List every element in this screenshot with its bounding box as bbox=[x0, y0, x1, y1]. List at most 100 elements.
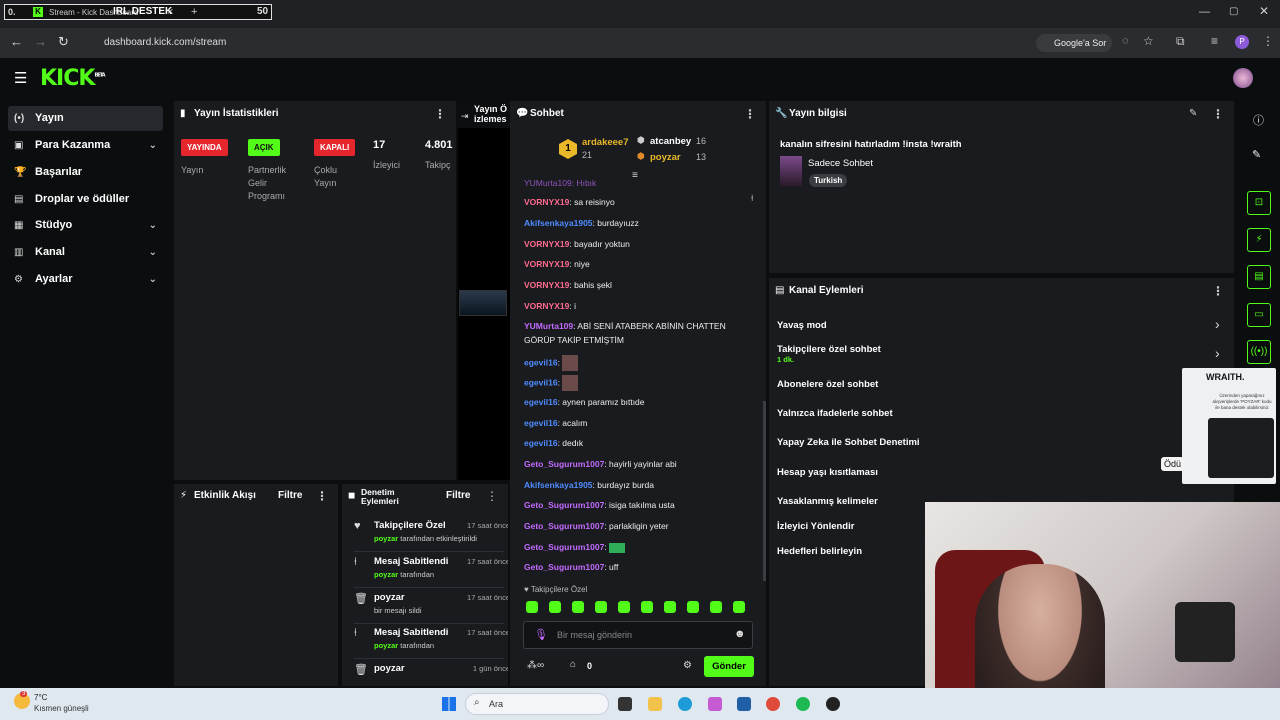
mod-action-sub: poyzar tarafından bbox=[374, 641, 434, 650]
slow-mode-action[interactable]: Yavaş mod bbox=[777, 320, 827, 331]
preview-arrows-icon[interactable]: ⇥ bbox=[461, 111, 469, 122]
more-options-icon[interactable]: ⋮ bbox=[316, 484, 328, 508]
store-icon[interactable]: ⌂ bbox=[570, 659, 576, 670]
browser-tab[interactable]: 0. K Stream - Kick Dashboard IRL DESTEK … bbox=[4, 4, 272, 20]
capture-icon[interactable]: ⊡ bbox=[1247, 191, 1271, 215]
chat-message-cut: YUMurta109: Hıbık bbox=[524, 178, 597, 188]
gift-icon: ▤ bbox=[14, 194, 24, 205]
chat-input[interactable]: 🎙 Bir mesaj gönderin ☻ bbox=[523, 621, 753, 649]
more-options-icon[interactable]: ⋮ bbox=[486, 489, 498, 503]
info-icon[interactable]: ⓘ bbox=[1253, 112, 1264, 128]
minimize-icon[interactable]: — bbox=[1199, 6, 1210, 18]
emote-icon bbox=[609, 542, 626, 553]
users-infinite-icon[interactable]: ⁂∞ bbox=[527, 660, 544, 671]
nav-item-studyo[interactable]: ▦ Stüdyo ⌄ bbox=[8, 213, 163, 238]
chat-placeholder: Bir mesaj gönderin bbox=[557, 630, 633, 640]
mod-action-sub: poyzar tarafından bbox=[374, 570, 434, 579]
eye-off-icon[interactable]: ◌ bbox=[1122, 35, 1129, 47]
microphone-icon[interactable]: 🎙 bbox=[534, 628, 548, 641]
chat-panel: 💬 Sohbet ⋮ 1 ardakeee7 21 ⬢ atcanbey 16 ⬢ … bbox=[510, 101, 766, 686]
store-app-icon[interactable] bbox=[737, 697, 751, 711]
close-window-icon[interactable]: ✕ bbox=[1259, 4, 1269, 18]
chevron-down-icon: ⌄ bbox=[148, 140, 157, 151]
nav-item-basarilar[interactable]: 🏆 Başarılar bbox=[8, 160, 163, 185]
bookmark-star-icon[interactable]: ☆ bbox=[1143, 34, 1154, 48]
document-icon[interactable]: ▤ bbox=[1247, 265, 1271, 289]
send-button[interactable]: Gönder bbox=[704, 656, 754, 677]
back-icon[interactable]: ← bbox=[10, 34, 23, 49]
chat-username: VORNYX19 bbox=[524, 301, 570, 311]
more-options-icon[interactable]: ⋮ bbox=[1212, 101, 1224, 127]
reload-icon[interactable]: ↻ bbox=[58, 34, 69, 50]
user-avatar[interactable] bbox=[1233, 68, 1253, 88]
hamburger-menu-icon[interactable]: ☰ bbox=[14, 69, 27, 87]
more-options-icon[interactable]: ⋮ bbox=[1212, 278, 1224, 304]
ai-moderation-action[interactable]: Yapay Zeka ile Sohbet Denetimi bbox=[777, 437, 920, 448]
nav-item-droplar[interactable]: ▤ Droplar ve ödüller bbox=[8, 187, 163, 212]
browser-menu-icon[interactable]: ⋮ bbox=[1262, 34, 1274, 48]
chat-message: Akifsenkaya1905: burdayıuzz bbox=[524, 218, 639, 228]
lightning-icon[interactable]: ⚡ bbox=[1247, 228, 1271, 252]
more-options-icon[interactable]: ⋮ bbox=[744, 101, 756, 127]
chat-icon[interactable]: ▭ bbox=[1247, 303, 1271, 327]
maximize-icon[interactable]: ▢ bbox=[1229, 6, 1238, 17]
chrome-icon[interactable] bbox=[766, 697, 780, 711]
spotify-icon[interactable] bbox=[796, 697, 810, 711]
chat-username: egevil16 bbox=[524, 418, 558, 428]
obs-icon[interactable] bbox=[826, 697, 840, 711]
edit-pencil-icon[interactable]: ✎ bbox=[1189, 101, 1197, 127]
file-explorer-icon[interactable] bbox=[648, 697, 662, 711]
money-icon: ▣ bbox=[14, 140, 24, 151]
followers-only-action[interactable]: Takipçilere özel sohbet bbox=[777, 344, 881, 355]
chat-username: Geto_Sugurum1007 bbox=[524, 521, 605, 531]
emote-bar[interactable] bbox=[526, 601, 756, 616]
edit-icon[interactable]: ✎ bbox=[1252, 148, 1261, 161]
emote-icon bbox=[562, 355, 579, 371]
panel-header: ▮ Yayın İstatistikleri ⋮ bbox=[174, 101, 456, 127]
new-tab-icon[interactable]: + bbox=[191, 6, 197, 18]
viewer-redirect-action[interactable]: İzleyici Yönlendir bbox=[777, 521, 854, 532]
language-tag: Turkish bbox=[809, 174, 848, 187]
banned-words-action[interactable]: Yasaklanmış kelimeler bbox=[777, 496, 878, 507]
copilot-icon[interactable] bbox=[708, 697, 722, 711]
nav-item-kanal[interactable]: ▥ Kanal ⌄ bbox=[8, 240, 163, 265]
reading-list-icon[interactable]: ≡ bbox=[1211, 34, 1218, 48]
url-field[interactable]: dashboard.kick.com/stream bbox=[88, 34, 1028, 52]
panel-header: 🔧 Yayın bilgisi ✎ ⋮ bbox=[769, 101, 1234, 127]
filter-button[interactable]: Filtre bbox=[446, 490, 470, 501]
chat-settings-icon[interactable]: ⚙ bbox=[683, 660, 692, 671]
emoji-icon[interactable]: ☻ bbox=[734, 628, 746, 640]
chat-username: VORNYX19 bbox=[524, 259, 570, 269]
chat-scrollbar[interactable] bbox=[763, 401, 766, 581]
chat-message: Geto_Sugurum1007: hayirli yayinlar abi bbox=[524, 459, 677, 469]
chat-username: egevil16 bbox=[524, 438, 558, 448]
nav-item-yayin[interactable]: (•) Yayın bbox=[8, 106, 163, 131]
top-gifter-name: ardakeee7 bbox=[582, 137, 629, 148]
tab-close-icon[interactable]: × bbox=[167, 6, 173, 18]
overlay-title: IRL DESTEK bbox=[113, 6, 173, 17]
studio-icon: ▦ bbox=[14, 220, 24, 231]
mod-action-item: ♥ Takipçilere Özel 17 saat önce poyzar tara… bbox=[354, 518, 508, 552]
chevron-right-icon[interactable]: › bbox=[1215, 345, 1220, 361]
taskbar-search[interactable]: ⌕ Ara bbox=[465, 693, 609, 715]
forward-icon[interactable]: → bbox=[34, 34, 47, 49]
broadcast-icon[interactable]: ((•)) bbox=[1247, 340, 1271, 364]
kick-logo[interactable]: KICKBETA bbox=[40, 66, 106, 91]
more-options-icon[interactable]: ⋮ bbox=[434, 101, 446, 127]
emote-only-action[interactable]: Yalnızca ifadelerle sohbet bbox=[777, 408, 893, 419]
set-goals-action[interactable]: Hedefleri belirleyin bbox=[777, 546, 862, 557]
profile-avatar[interactable]: P bbox=[1235, 35, 1249, 49]
nav-item-para-kazanma[interactable]: ▣ Para Kazanma ⌄ bbox=[8, 133, 163, 158]
chat-username: Geto_Sugurum1007 bbox=[524, 542, 605, 552]
account-age-action[interactable]: Hesap yaşı kısıtlaması bbox=[777, 467, 878, 478]
nav-item-ayarlar[interactable]: ⚙ Ayarlar ⌄ bbox=[8, 267, 163, 292]
filter-button[interactable]: Filtre bbox=[278, 484, 302, 508]
subscribers-only-action[interactable]: Abonelere özel sohbet bbox=[777, 379, 878, 390]
task-view-icon[interactable] bbox=[618, 697, 632, 711]
edge-icon[interactable] bbox=[678, 697, 692, 711]
chevron-right-icon[interactable]: › bbox=[1215, 316, 1220, 332]
windows-start-icon[interactable] bbox=[442, 697, 456, 711]
stream-stats-panel: ▮ Yayın İstatistikleri ⋮ YAYINDA AÇIK KAPA… bbox=[174, 101, 456, 480]
extensions-icon[interactable]: ⧉ bbox=[1176, 34, 1185, 49]
google-ask-button[interactable]: Google'a Sor bbox=[1036, 34, 1112, 52]
